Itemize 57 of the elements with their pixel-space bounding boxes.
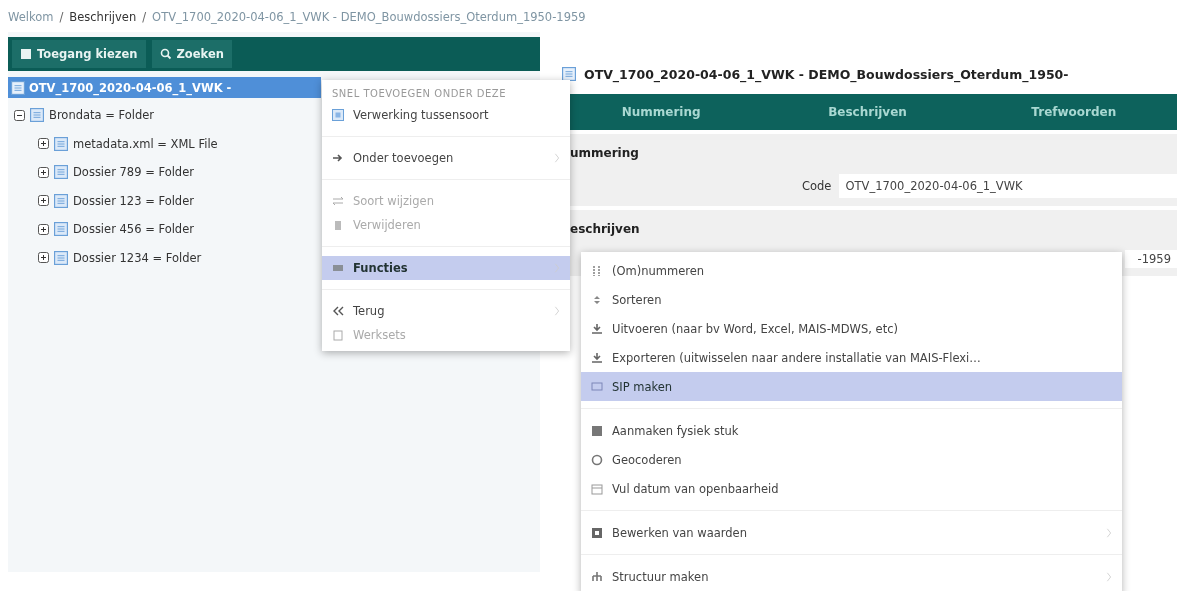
menu-item[interactable]: Functies: [322, 256, 570, 280]
menu-item[interactable]: Sorteren: [581, 285, 1122, 314]
swap-icon: [332, 195, 344, 207]
toolbar-button[interactable]: Zoeken: [151, 40, 232, 68]
download-icon: [591, 351, 603, 364]
document-icon: [11, 79, 25, 96]
document-icon: [54, 135, 68, 152]
tree-item[interactable]: Dossier 456 = Folder: [73, 222, 194, 237]
menu-item[interactable]: Terug: [322, 299, 570, 323]
expand-icon[interactable]: [38, 138, 49, 150]
document-icon: [332, 109, 344, 121]
tree-item[interactable]: Brondata = Folder: [49, 108, 155, 123]
menu-item[interactable]: Structuur maken: [581, 562, 1122, 591]
toolbar-button[interactable]: Toegang kiezen: [12, 40, 146, 68]
tab[interactable]: Beschrijven: [764, 94, 971, 130]
hierarchy-icon: [591, 570, 603, 583]
expand-icon[interactable]: [38, 195, 49, 207]
input-field[interactable]: OTV_1700_2020-04-06_1_VWK: [839, 174, 1177, 198]
expand-icon[interactable]: [38, 166, 49, 178]
section-heading: ummering: [570, 146, 640, 160]
document-icon: [54, 192, 68, 209]
field-label: Code: [802, 179, 832, 193]
tab[interactable]: Trefwoorden: [970, 94, 1177, 130]
expand-icon[interactable]: [38, 252, 49, 264]
menu-item[interactable]: Geocoderen: [581, 445, 1122, 474]
input-field[interactable]: -1959: [1125, 250, 1177, 268]
breadcrumb-link[interactable]: Beschrijven: [69, 10, 137, 24]
expand-icon[interactable]: [38, 223, 49, 235]
menu-item[interactable]: Bewerken van waarden: [581, 518, 1122, 547]
breadcrumb-separator: /: [59, 10, 64, 24]
menu-item[interactable]: Uitvoeren (naar bv Word, Excel, MAIS-MDWS, etc): [581, 314, 1122, 343]
tree-item[interactable]: metadata.xml = XML File: [73, 136, 218, 151]
menu-item[interactable]: Exporteren (uitwisselen naar andere installatie van MAIS-Flexi…: [581, 343, 1122, 372]
tree-item[interactable]: Dossier 123 = Folder: [73, 193, 194, 208]
tree-item[interactable]: Dossier 1234 = Folder: [73, 250, 202, 265]
square-icon: [20, 48, 32, 60]
document-icon: [54, 221, 68, 238]
record-title: OTV_1700_2020-04-06_1_VWK - DEMO_Bouwdossiers_Oterdum_1950-: [584, 66, 1069, 82]
section-heading: eschrijven: [570, 222, 641, 236]
search-icon: [159, 48, 172, 60]
menu-item[interactable]: Onder toevoegen: [322, 146, 570, 170]
tree-item[interactable]: Dossier 789 = Folder: [73, 165, 194, 180]
document-icon: [562, 66, 576, 82]
document-icon: [30, 107, 44, 124]
collapse-icon[interactable]: [14, 109, 25, 121]
double-left-arrow-icon: [332, 305, 344, 317]
menu-header: SNEL TOEVOEGEN ONDER DEZE: [331, 87, 507, 101]
calendar-icon: [591, 482, 603, 495]
menu-item[interactable]: (Om)nummeren: [581, 256, 1122, 285]
document-icon: [54, 249, 68, 266]
menu-item[interactable]: Aanmaken fysiek stuk: [581, 416, 1122, 445]
menu-item[interactable]: SIP maken: [581, 372, 1122, 401]
menu-item[interactable]: Verwerking tussensoort: [322, 103, 570, 127]
download-icon: [591, 322, 603, 335]
breadcrumb-separator: /: [142, 10, 147, 24]
menu-item[interactable]: Vul datum van openbaarheid: [581, 474, 1122, 503]
document-icon: [54, 164, 68, 181]
